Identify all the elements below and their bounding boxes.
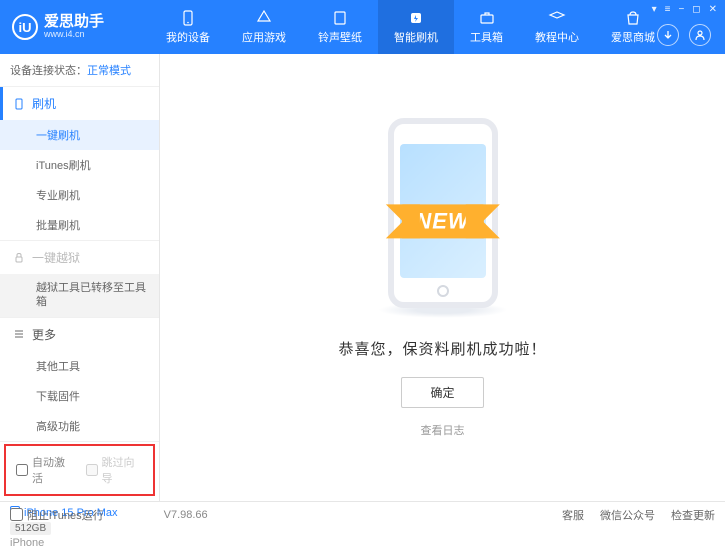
nav-label: 铃声壁纸 bbox=[318, 29, 362, 45]
sidebar-item-itunes[interactable]: iTunes刷机 bbox=[0, 150, 159, 180]
sidebar-item-download-fw[interactable]: 下载固件 bbox=[0, 381, 159, 411]
nav-label: 爱思商城 bbox=[611, 29, 655, 45]
footer-update[interactable]: 检查更新 bbox=[671, 507, 715, 523]
top-nav: 我的设备 应用游戏 铃声壁纸 智能刷机 工具箱 教程中心 爱思商城 bbox=[150, 0, 671, 54]
logo-icon: iU bbox=[12, 14, 38, 40]
checkbox-auto-activate[interactable]: 自动激活 bbox=[16, 454, 74, 486]
nav-flash[interactable]: 智能刷机 bbox=[378, 0, 454, 54]
sidebar-item-jbmoved[interactable]: 越狱工具已转移至工具箱 bbox=[0, 274, 159, 317]
sidebar-item-batch[interactable]: 批量刷机 bbox=[0, 210, 159, 240]
device-type: iPhone bbox=[10, 537, 149, 549]
sidebar-group-jailbreak: 一键越狱 越狱工具已转移至工具箱 bbox=[0, 241, 159, 318]
logo-area: iU 爱思助手 www.i4.cn bbox=[0, 14, 150, 40]
sidebar-item-onekey[interactable]: 一键刷机 bbox=[0, 120, 159, 150]
ok-button[interactable]: 确定 bbox=[401, 377, 483, 408]
download-icon[interactable] bbox=[657, 24, 679, 46]
nav-my-device[interactable]: 我的设备 bbox=[150, 0, 226, 54]
nav-label: 工具箱 bbox=[470, 29, 503, 45]
app-name: 爱思助手 bbox=[44, 14, 104, 29]
menu-icon[interactable]: ▾ bbox=[652, 4, 657, 15]
phone-illustration: NEW bbox=[378, 118, 508, 318]
status-mode: 正常模式 bbox=[87, 65, 131, 77]
device-icon bbox=[179, 9, 197, 27]
settings-icon[interactable]: ≡ bbox=[665, 4, 671, 15]
device-status: 设备连接状态：正常模式 bbox=[0, 54, 159, 87]
nav-tutorial[interactable]: 教程中心 bbox=[519, 0, 595, 54]
nav-toolbox[interactable]: 工具箱 bbox=[454, 0, 519, 54]
header-actions bbox=[657, 24, 711, 46]
nav-label: 智能刷机 bbox=[394, 29, 438, 45]
sidebar-group-more: 更多 其他工具 下载固件 高级功能 bbox=[0, 318, 159, 442]
footer-links: 客服 微信公众号 检查更新 bbox=[562, 507, 715, 523]
sidebar: 设备连接状态：正常模式 刷机 一键刷机 iTunes刷机 专业刷机 批量刷机 一… bbox=[0, 54, 160, 501]
tutorial-icon bbox=[548, 9, 566, 27]
cb-label: 跳过向导 bbox=[102, 454, 144, 486]
options-row: 自动激活 跳过向导 bbox=[6, 446, 153, 494]
content-area: 设备连接状态：正常模式 刷机 一键刷机 iTunes刷机 专业刷机 批量刷机 一… bbox=[0, 54, 725, 501]
flash-icon bbox=[407, 9, 425, 27]
checkbox-block-itunes[interactable]: 阻止iTunes运行 bbox=[10, 507, 104, 523]
sidebar-item-pro[interactable]: 专业刷机 bbox=[0, 180, 159, 210]
ringtone-icon bbox=[331, 9, 349, 27]
cb-label: 自动激活 bbox=[32, 454, 74, 486]
status-label: 设备连接状态： bbox=[10, 65, 87, 77]
group-label: 一键越狱 bbox=[32, 249, 80, 266]
close-icon[interactable]: ✕ bbox=[709, 4, 717, 15]
checkbox-skip-guide[interactable]: 跳过向导 bbox=[86, 454, 144, 486]
nav-label: 教程中心 bbox=[535, 29, 579, 45]
group-label: 更多 bbox=[32, 326, 56, 343]
sidebar-head-jailbreak[interactable]: 一键越狱 bbox=[0, 241, 159, 274]
nav-apps[interactable]: 应用游戏 bbox=[226, 0, 302, 54]
phone-home-icon bbox=[437, 285, 449, 297]
user-icon[interactable] bbox=[689, 24, 711, 46]
sidebar-head-more[interactable]: 更多 bbox=[0, 318, 159, 351]
view-log-link[interactable]: 查看日志 bbox=[421, 422, 465, 438]
sidebar-item-advanced[interactable]: 高级功能 bbox=[0, 411, 159, 441]
nav-label: 我的设备 bbox=[166, 29, 210, 45]
footer-wechat[interactable]: 微信公众号 bbox=[600, 507, 655, 523]
lock-icon bbox=[12, 251, 26, 265]
flash-group-icon bbox=[12, 97, 26, 111]
group-label: 刷机 bbox=[32, 95, 56, 112]
version-label: V7.98.66 bbox=[164, 509, 208, 521]
highlight-box: 自动激活 跳过向导 bbox=[4, 444, 155, 496]
storage-badge: 512GB bbox=[10, 522, 51, 535]
app-url: www.i4.cn bbox=[44, 29, 104, 40]
new-ribbon: NEW bbox=[401, 204, 483, 238]
minimize-icon[interactable]: − bbox=[678, 4, 684, 15]
sidebar-head-flash[interactable]: 刷机 bbox=[0, 87, 159, 120]
main-panel: NEW 恭喜您，保资料刷机成功啦！ 确定 查看日志 bbox=[160, 54, 725, 501]
window-controls: ▾ ≡ − ◻ ✕ bbox=[652, 4, 717, 15]
store-icon bbox=[624, 9, 642, 27]
cb-label: 阻止iTunes运行 bbox=[27, 507, 104, 523]
app-header: iU 爱思助手 www.i4.cn 我的设备 应用游戏 铃声壁纸 智能刷机 工具… bbox=[0, 0, 725, 54]
logo-text: 爱思助手 www.i4.cn bbox=[44, 14, 104, 40]
nav-ringtone[interactable]: 铃声壁纸 bbox=[302, 0, 378, 54]
more-icon bbox=[12, 327, 26, 341]
success-message: 恭喜您，保资料刷机成功啦！ bbox=[338, 338, 546, 359]
apps-icon bbox=[255, 9, 273, 27]
maximize-icon[interactable]: ◻ bbox=[692, 4, 700, 15]
sidebar-group-flash: 刷机 一键刷机 iTunes刷机 专业刷机 批量刷机 bbox=[0, 87, 159, 241]
nav-label: 应用游戏 bbox=[242, 29, 286, 45]
footer-support[interactable]: 客服 bbox=[562, 507, 584, 523]
toolbox-icon bbox=[478, 9, 496, 27]
sidebar-item-othertools[interactable]: 其他工具 bbox=[0, 351, 159, 381]
